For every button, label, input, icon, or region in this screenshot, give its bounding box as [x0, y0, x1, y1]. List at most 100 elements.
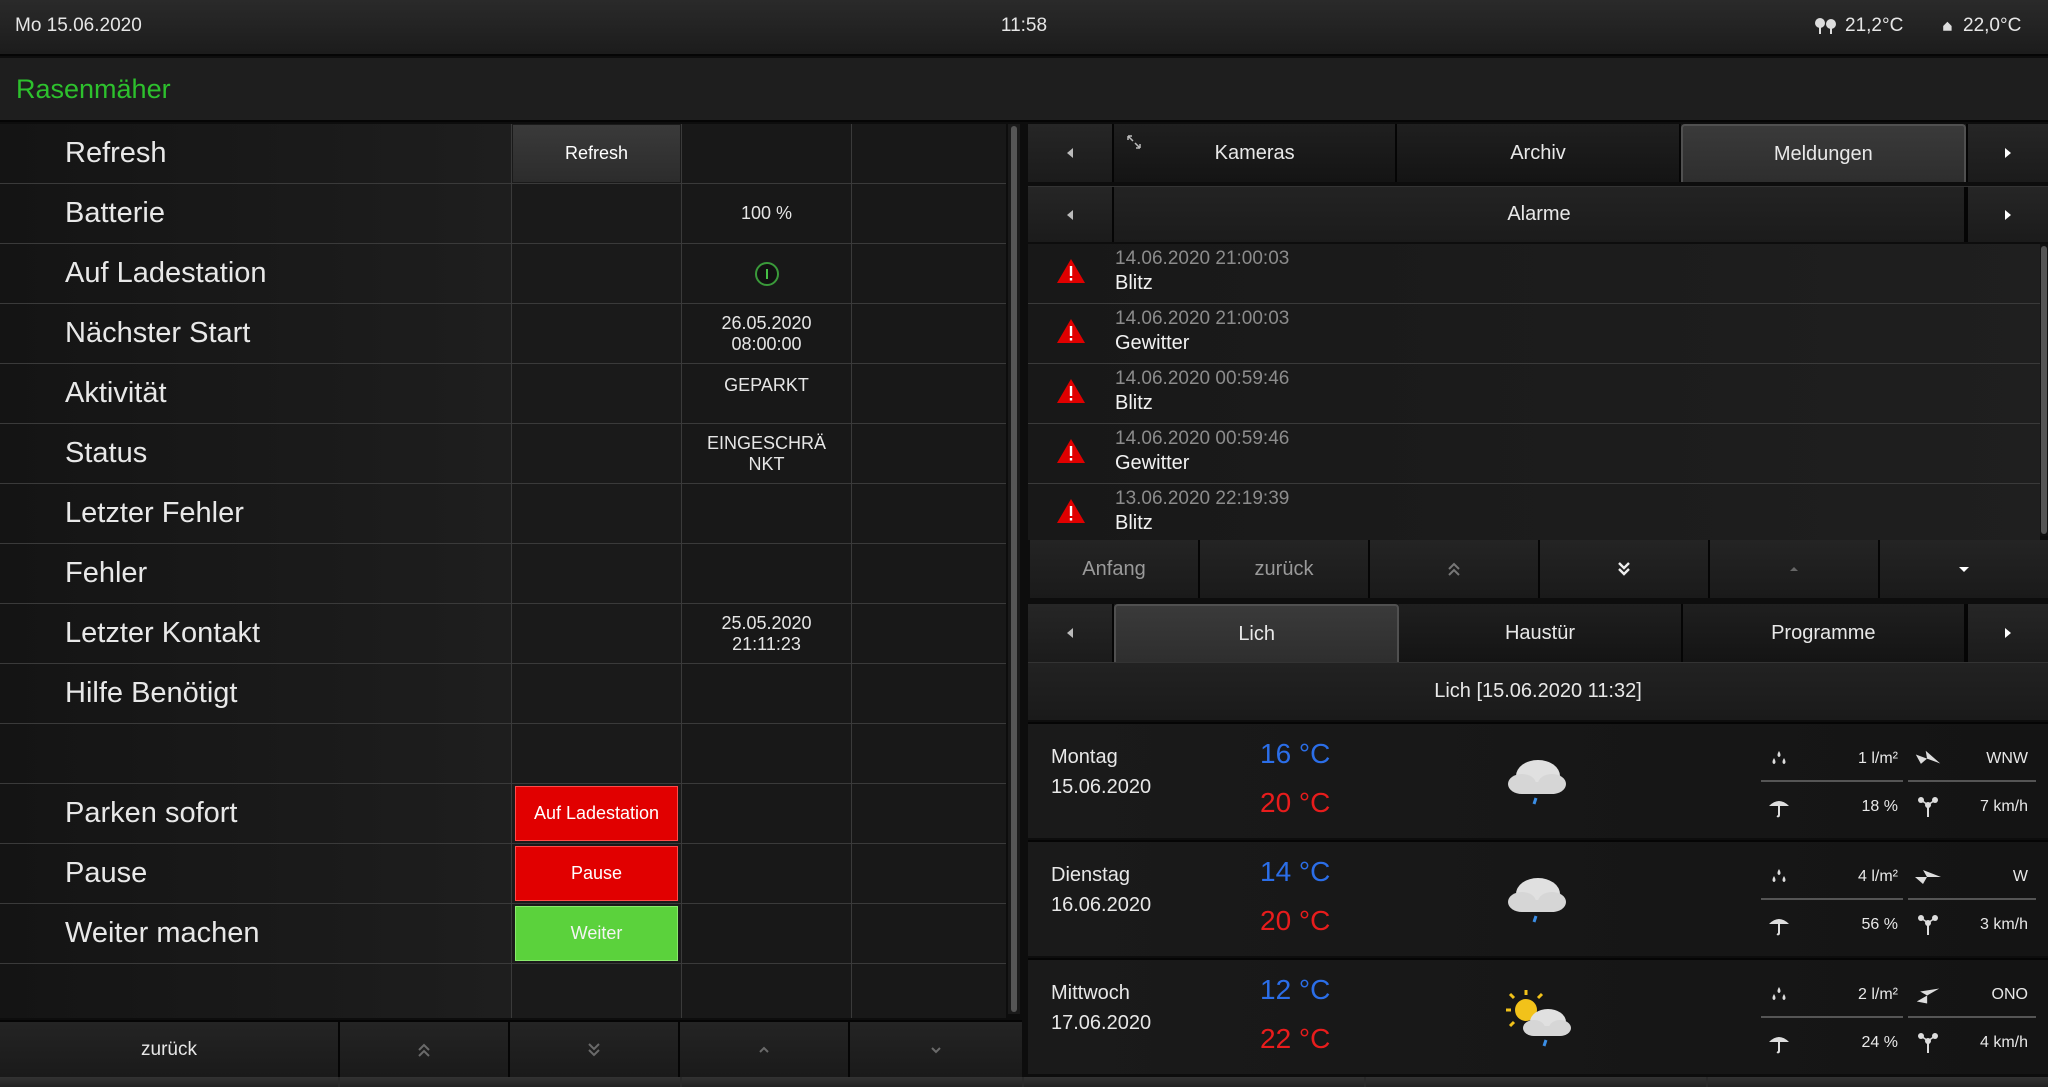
tab-prev-button[interactable]: [1028, 124, 1114, 182]
expand-icon: [1127, 135, 1141, 149]
table-row: Weiter machen Weiter: [0, 904, 1006, 964]
page-down-button[interactable]: [850, 1022, 1022, 1077]
alarm-sub-bar: Alarme: [1028, 186, 2048, 242]
chevron-down-icon: [1959, 567, 1969, 572]
tab-label: Kameras: [1214, 141, 1295, 164]
chevron-right-icon: [2005, 209, 2011, 220]
park-now-button[interactable]: Auf Ladestation: [515, 786, 678, 841]
refresh-button[interactable]: Refresh: [513, 125, 680, 182]
anemometer-icon: [1918, 797, 1938, 817]
last-contact-date: 25.05.2020: [721, 612, 812, 633]
tab-meldungen[interactable]: Meldungen: [1680, 124, 1966, 182]
forecast-row: Dienstag 16.06.2020 14 °C 20 °C 4 l/m² 56…: [1028, 840, 2048, 956]
tab-label: Programme: [1771, 621, 1876, 644]
alarm-scrollbar[interactable]: [2040, 244, 2048, 536]
rain-probability: 18 %: [1861, 798, 1898, 815]
inside-temperature: 22,0°C: [1942, 15, 2021, 37]
rain-cloud-icon: [1508, 760, 1566, 805]
pause-button[interactable]: Pause: [515, 846, 678, 901]
list-item[interactable]: 14.06.2020 00:59:46 Blitz: [1028, 364, 2040, 424]
top-bar: Mo 15.06.2020 11:58 21,2°C 22,0°C: [0, 0, 2048, 56]
warning-icon: [1057, 259, 1085, 283]
tab-programme[interactable]: Programme: [1682, 604, 1966, 662]
chevron-up-icon: [1790, 567, 1798, 571]
warning-icon: [1057, 499, 1085, 523]
wind-speed: 4 km/h: [1979, 1034, 2028, 1051]
tree-icon: [1815, 18, 1836, 34]
page-first-button[interactable]: [340, 1022, 510, 1077]
warning-icon: [1057, 439, 1085, 463]
alarm-prev-button[interactable]: [1028, 187, 1114, 242]
tab-next-button[interactable]: [1965, 124, 2048, 182]
back-button[interactable]: zurück: [0, 1022, 340, 1077]
row-label: Auf Ladestation: [65, 257, 267, 289]
forecast-date: 16.06.2020: [1051, 894, 1152, 916]
table-row: Status EINGESCHRÄ NKT: [0, 424, 1006, 484]
weather-location-header: Lich [15.06.2020 11:32]: [1028, 662, 2048, 720]
alarm-timestamp: 14.06.2020 00:59:46: [1115, 368, 1290, 389]
table-row: Hilfe Benötigt: [0, 664, 1006, 724]
tab-label: Meldungen: [1773, 142, 1873, 165]
table-row: Refresh Refresh: [0, 124, 1006, 184]
tab-lich[interactable]: Lich: [1114, 604, 1400, 662]
chevron-left-icon: [1067, 209, 1073, 220]
chevron-down-icon: [931, 1046, 941, 1053]
first-page-button[interactable]: Anfang: [1030, 540, 1198, 598]
scrollbar-thumb[interactable]: [2041, 246, 2047, 534]
tab-label: Haustür: [1504, 621, 1575, 644]
sun-cloud-rain-icon: [1506, 990, 1571, 1047]
scroll-down-button[interactable]: [1880, 540, 2048, 598]
list-item[interactable]: 14.06.2020 00:59:46 Gewitter: [1028, 424, 2040, 484]
alarm-category-label: Alarme: [1114, 187, 1966, 242]
alarm-list: 14.06.2020 21:00:03 Blitz 14.06.2020 21:…: [1028, 244, 2040, 540]
list-item[interactable]: 14.06.2020 21:00:03 Gewitter: [1028, 304, 2040, 364]
row-label: Letzter Kontakt: [65, 617, 261, 649]
rain-cloud-icon: [1508, 878, 1566, 923]
alarm-next-button[interactable]: [1966, 187, 2048, 242]
resume-button[interactable]: Weiter: [515, 906, 678, 961]
alarm-timestamp: 14.06.2020 00:59:46: [1115, 428, 1290, 449]
wind-direction-icon: [1915, 750, 1941, 764]
chevron-right-icon: [2004, 628, 2011, 638]
temp-min: 14 °C: [1260, 856, 1331, 887]
tab-haustuer[interactable]: Haustür: [1399, 604, 1683, 662]
tab-kameras[interactable]: Kameras: [1114, 124, 1398, 182]
row-label: Batterie: [65, 197, 165, 229]
wind-direction-icon: [1916, 988, 1940, 1004]
table-row: Letzter Kontakt 25.05.2020 21:11:23: [0, 604, 1006, 664]
last-contact-time: 21:11:23: [732, 633, 801, 654]
list-item[interactable]: 14.06.2020 21:00:03 Blitz: [1028, 244, 2040, 304]
page-up-button[interactable]: [680, 1022, 850, 1077]
scroll-top-button[interactable]: [1370, 540, 1538, 598]
scroll-bottom-button[interactable]: [1540, 540, 1708, 598]
tab-label: Lich: [1238, 622, 1276, 645]
table-row: Batterie 100 %: [0, 184, 1006, 244]
scroll-up-button[interactable]: [1710, 540, 1878, 598]
page-last-button[interactable]: [510, 1022, 680, 1077]
table-row: [0, 724, 1006, 784]
rain-amount: 4 l/m²: [1858, 868, 1898, 885]
row-label: Pause: [65, 857, 148, 889]
rain-amount: 1 l/m²: [1858, 750, 1898, 767]
alarm-message: Gewitter: [1115, 332, 1190, 354]
raindrops-icon: [1772, 869, 1786, 882]
alarm-back-button[interactable]: zurück: [1200, 540, 1368, 598]
wind-direction: ONO: [1991, 986, 2028, 1003]
list-item[interactable]: 13.06.2020 22:19:39 Blitz: [1028, 484, 2040, 540]
bottom-tab-bar: Lich Haustür Programme: [1028, 604, 2048, 662]
tab-next-button[interactable]: [1965, 604, 2048, 662]
tab-prev-button[interactable]: [1028, 604, 1114, 662]
scrollbar-thumb[interactable]: [1011, 126, 1017, 1012]
alarm-timestamp: 13.06.2020 22:19:39: [1115, 488, 1290, 509]
row-label: Status: [65, 437, 148, 469]
raindrops-icon: [1772, 987, 1786, 1000]
row-label: Nächster Start: [65, 317, 251, 349]
forecast-day: Dienstag: [1051, 864, 1130, 886]
last-contact-value: 25.05.2020 21:11:23: [682, 604, 852, 663]
wind-direction-icon: [1915, 870, 1941, 884]
next-start-time: 08:00:00: [731, 333, 802, 354]
left-pagination: zurück: [0, 1020, 1022, 1077]
warning-icon: [1057, 379, 1085, 403]
left-scrollbar[interactable]: [1008, 124, 1020, 1014]
tab-archiv[interactable]: Archiv: [1397, 124, 1681, 182]
